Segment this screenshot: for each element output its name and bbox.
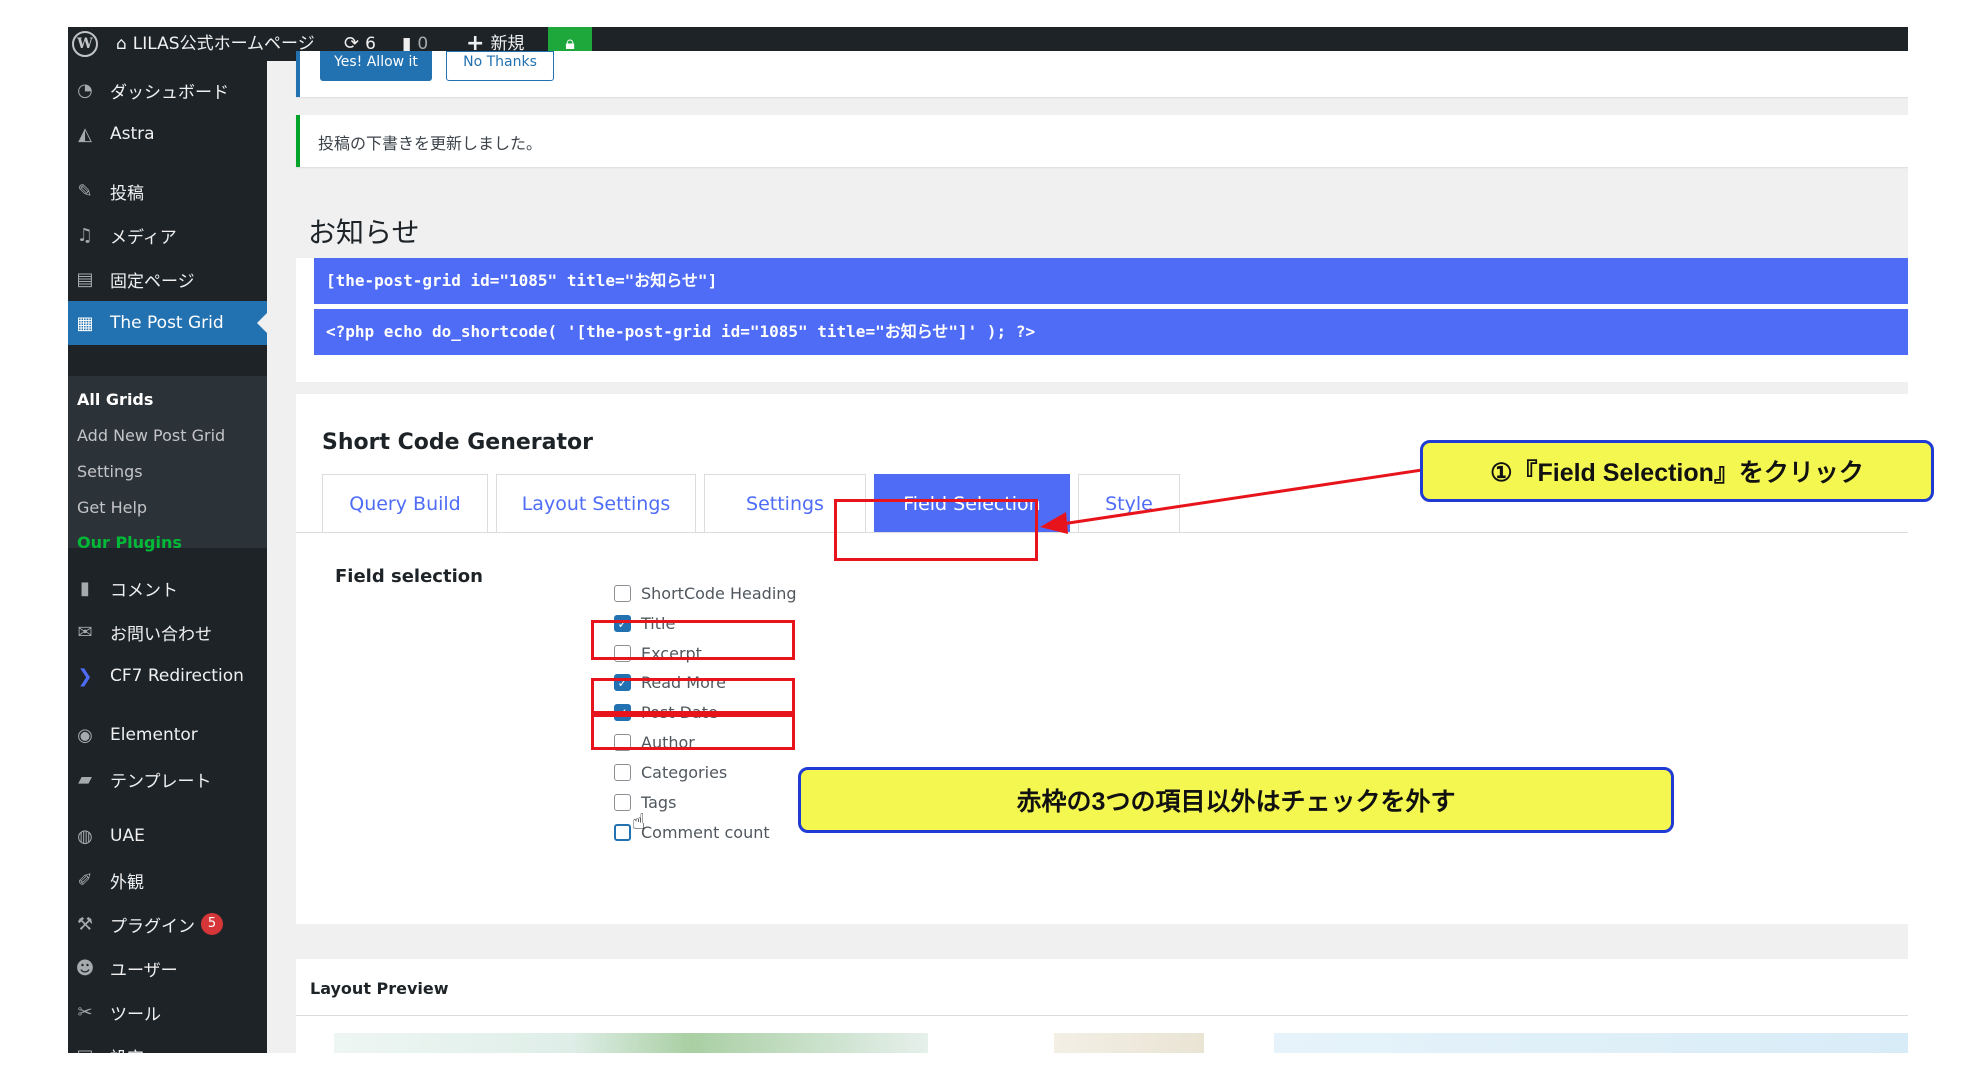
callout-uncheck-others: 赤枠の3つの項目以外はチェックを外す xyxy=(798,767,1674,833)
arrow-head xyxy=(1040,512,1068,534)
arrow-line xyxy=(1061,468,1423,526)
annotation-arrow xyxy=(1040,468,1423,534)
callout-click-field-selection: ①『Field Selection』をクリック xyxy=(1420,440,1934,502)
